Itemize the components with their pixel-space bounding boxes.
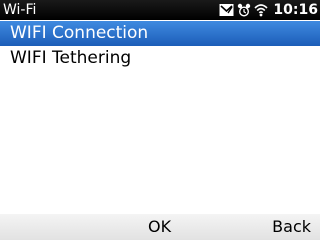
softkey-bar: OK Back [0, 214, 320, 240]
screen-title: Wi-Fi [3, 2, 37, 18]
list-item-wifi-tethering[interactable]: WIFI Tethering [0, 46, 320, 71]
wifi-options-list: WIFI Connection WIFI Tethering [0, 21, 320, 71]
ok-softkey[interactable]: OK [148, 214, 171, 240]
status-icons: 10:16 [219, 0, 318, 20]
back-softkey[interactable]: Back [272, 214, 311, 240]
status-bar: Wi-Fi 10:16 [0, 0, 320, 20]
status-time: 10:16 [273, 2, 318, 18]
list-item-wifi-connection[interactable]: WIFI Connection [0, 21, 320, 46]
alarm-icon [237, 3, 251, 18]
message-icon [219, 3, 234, 17]
wifi-screen: Wi-Fi 10:16 WIFI Connection WIFI Tetheri… [0, 0, 320, 240]
wifi-signal-icon [254, 3, 268, 17]
